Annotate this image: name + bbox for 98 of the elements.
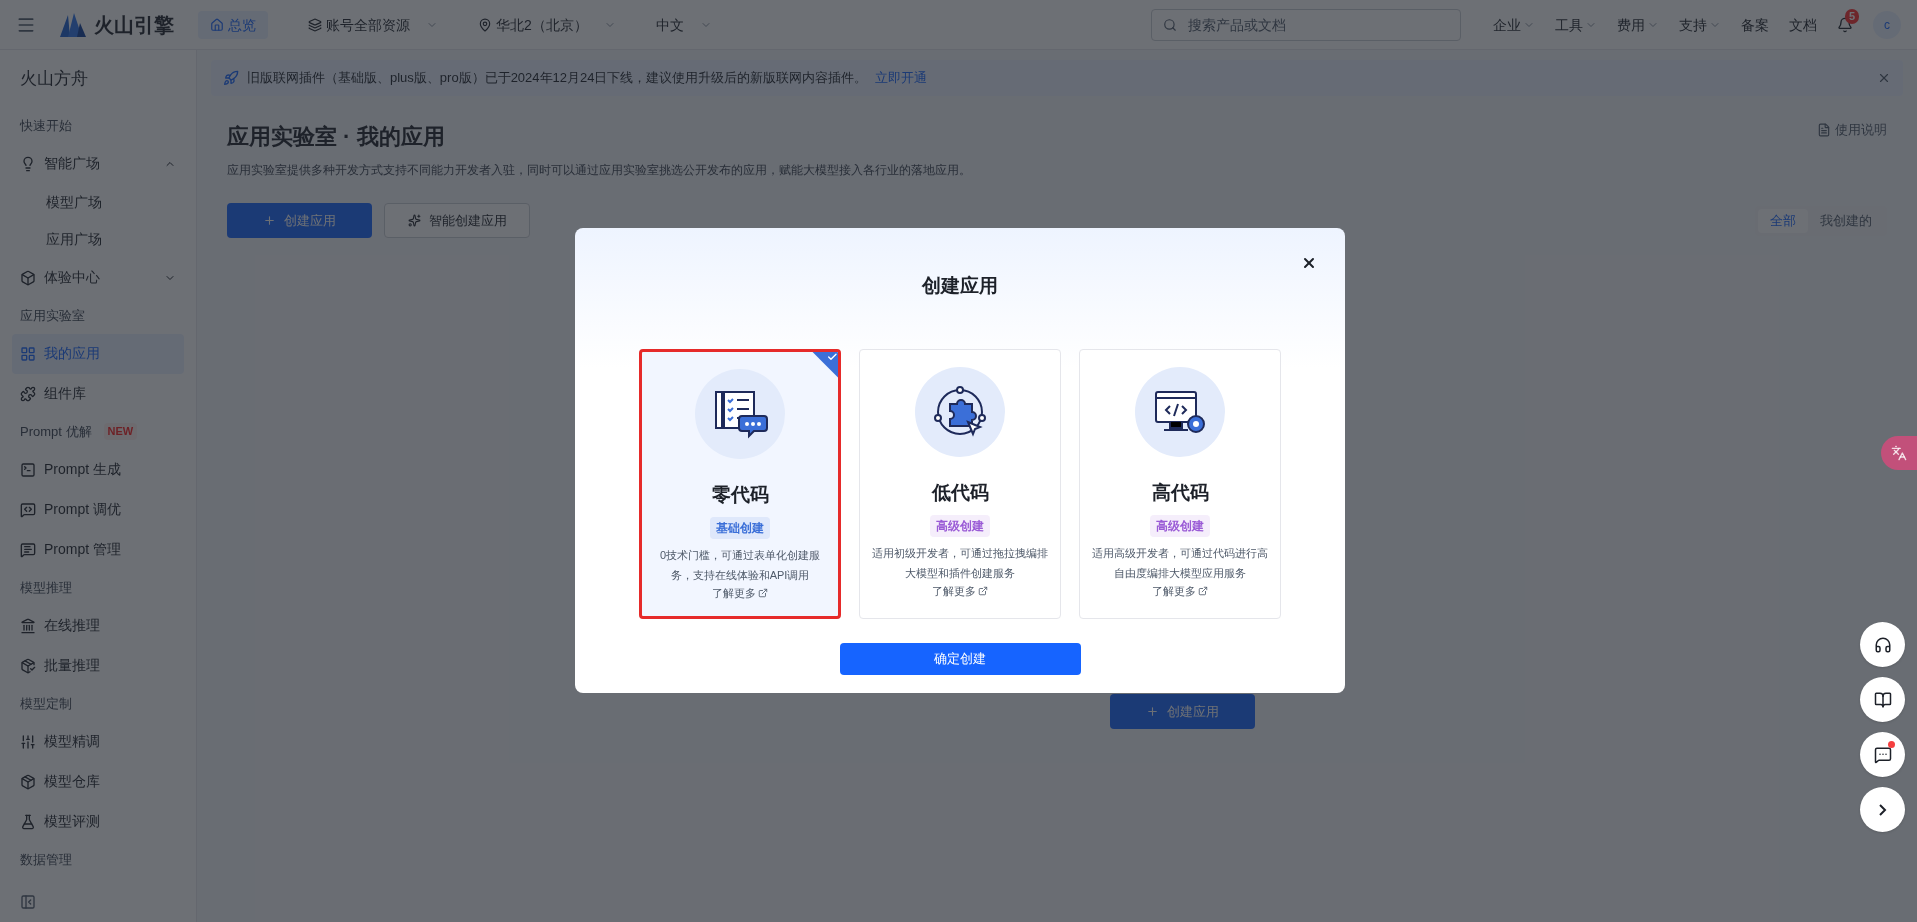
user-avatar[interactable]: c [1873, 10, 1901, 39]
smart-create-button[interactable]: 智能创建应用 [384, 203, 530, 238]
filter-tab[interactable]: 全部 [1758, 208, 1808, 233]
nav-menu-item[interactable]: 工具 [1555, 14, 1597, 35]
translate-button[interactable] [1881, 436, 1917, 470]
location-pin-icon [478, 17, 492, 32]
new-badge: NEW [103, 423, 138, 440]
sidebar-section-label: 应用实验室 [20, 306, 85, 325]
chevron-right-icon [1878, 803, 1887, 816]
sidebar-item[interactable]: 模型评测 [12, 801, 184, 842]
menu-item-icon [20, 657, 36, 674]
option-card[interactable]: 低代码 高级创建 适用初级开发者，可通过拖拉拽编排大模型和插件创建服务 了解更多 [859, 348, 1061, 619]
sidebar-section-label: Prompt 优解 [20, 422, 92, 441]
plus-icon [1145, 705, 1159, 718]
menu-item-icon [20, 617, 36, 634]
menu-item-icon [20, 501, 36, 518]
sidebar-section-label: 模型定制 [20, 694, 72, 713]
learn-more-link[interactable]: 了解更多 [1152, 583, 1208, 600]
option-title: 零代码 [711, 482, 769, 507]
learn-more-link[interactable]: 了解更多 [932, 583, 988, 600]
floating-action-button[interactable] [1860, 732, 1905, 777]
document-icon [1817, 122, 1831, 137]
filter-tab[interactable]: 我创建的 [1808, 208, 1884, 233]
notice-text: 旧版联网插件（基础版、plus版、pro版）已于2024年12月24日下线，建议使用升级后的新版联网内容插件。 [247, 69, 868, 88]
menu-item-icon [20, 345, 36, 362]
sidebar-item[interactable]: 批量推理 [12, 645, 184, 686]
option-tag: 高级创建 [930, 515, 990, 537]
option-title: 低代码 [931, 480, 989, 505]
menu-item-icon [20, 541, 36, 558]
page-title: 应用实验室 · 我的应用 [227, 123, 446, 151]
menu-item-icon [20, 269, 36, 286]
enable-link[interactable]: 立即开通 [875, 68, 928, 88]
overview-tab[interactable]: 总览 [198, 10, 268, 39]
learn-more-link[interactable]: 了解更多 [712, 585, 768, 602]
sidebar-item[interactable]: 智能广场 [12, 143, 184, 184]
translate-icon [1891, 445, 1907, 461]
sparkle-icon [407, 214, 421, 227]
option-description: 适用高级开发者，可通过代码进行高自由度编排大模型应用服务 [1091, 546, 1269, 581]
search-icon [1163, 17, 1177, 32]
external-link-icon [978, 586, 988, 597]
brand-logo-text: 火山引擎 [94, 12, 174, 38]
option-description: 适用初级开发者，可通过拖拉拽编排大模型和插件创建服务 [871, 546, 1049, 581]
create-app-button[interactable]: 创建应用 [1109, 694, 1255, 729]
sidebar-item[interactable]: Prompt 管理 [12, 529, 184, 570]
sidebar-item[interactable]: 体验中心 [12, 257, 184, 298]
check-icon [826, 351, 838, 362]
option-tag: 基础创建 [710, 517, 770, 539]
mountain-logo-icon [60, 12, 86, 37]
nav-menu-item[interactable]: 企业 [1493, 14, 1535, 35]
sidebar-section-label: 快速开始 [20, 116, 72, 135]
nav-menu-item[interactable]: 文档 [1789, 14, 1817, 35]
floating-action-button[interactable] [1860, 622, 1905, 667]
menu-item-icon [20, 733, 36, 750]
headset-icon [1873, 635, 1892, 654]
option-description: 0技术门槛，可通过表单化创建服务，支持在线体验和API调用 [658, 548, 822, 583]
external-link-icon [758, 588, 768, 599]
search-field[interactable]: 搜索产品或文档 [1151, 8, 1461, 41]
create-app-button[interactable]: 创建应用 [227, 203, 372, 238]
page-description: 应用实验室提供多种开发方式支持不同能力开发者入驻，同时可以通过应用实验室挑选公开发布的应用，赋能大模型接入各行业的落地应用。 [227, 162, 972, 179]
sidebar-item[interactable]: Prompt 调优 [12, 489, 184, 530]
sidebar-item[interactable]: Prompt 生成 [12, 449, 184, 490]
close-icon[interactable] [1301, 255, 1317, 271]
sidebar-subitem[interactable]: 模型广场 [12, 183, 184, 221]
floating-action-button[interactable] [1860, 677, 1905, 722]
option-card[interactable]: 零代码 基础创建 0技术门槛，可通过表单化创建服务，支持在线体验和API调用 了解更多 [639, 348, 841, 619]
menu-item-icon [20, 461, 36, 478]
sidebar-item[interactable]: 我的应用 [12, 333, 184, 374]
book-icon [1873, 690, 1892, 709]
rocket-icon [223, 70, 239, 86]
sidebar-item[interactable]: 在线推理 [12, 605, 184, 646]
nav-menu-item[interactable]: 费用 [1617, 14, 1659, 35]
sidebar-section-label: 数据管理 [20, 850, 72, 869]
menu-item-icon [20, 813, 36, 830]
menu-item-icon [20, 155, 36, 172]
menu-item-icon [20, 385, 36, 402]
plus-icon [263, 214, 276, 227]
nav-menu-item[interactable]: 备案 [1741, 14, 1769, 35]
option-title: 高代码 [1151, 480, 1209, 505]
confirm-create-button[interactable]: 确定创建 [839, 642, 1081, 675]
sidebar-item[interactable]: 组件库 [12, 373, 184, 414]
menu-item-icon [20, 773, 36, 790]
layers-icon [308, 17, 322, 32]
sidebar-subitem[interactable]: 应用广场 [12, 220, 184, 258]
option-tag: 高级创建 [1150, 515, 1210, 537]
context-selector[interactable]: 华北2（北京） [478, 14, 616, 35]
dialog-title: 创建应用 [922, 274, 998, 298]
context-selector[interactable]: 中文 [655, 14, 712, 35]
home-icon [210, 17, 224, 32]
option-card[interactable]: 高代码 高级创建 适用高级开发者，可通过代码进行高自由度编排大模型应用服务 了解更多 [1079, 348, 1281, 619]
notification-count-badge: 5 [1845, 8, 1860, 24]
nav-menu-item[interactable]: 支持 [1679, 14, 1721, 35]
sidebar-title: 火山方舟 [19, 68, 89, 90]
sidebar-item[interactable]: 模型仓库 [12, 761, 184, 802]
sidebar-item[interactable]: 模型精调 [12, 721, 184, 762]
sidebar-section-label: 模型推理 [20, 578, 72, 597]
external-link-icon [1198, 586, 1208, 597]
message-icon [1873, 745, 1892, 764]
context-selector[interactable]: 账号全部资源 [308, 14, 438, 35]
